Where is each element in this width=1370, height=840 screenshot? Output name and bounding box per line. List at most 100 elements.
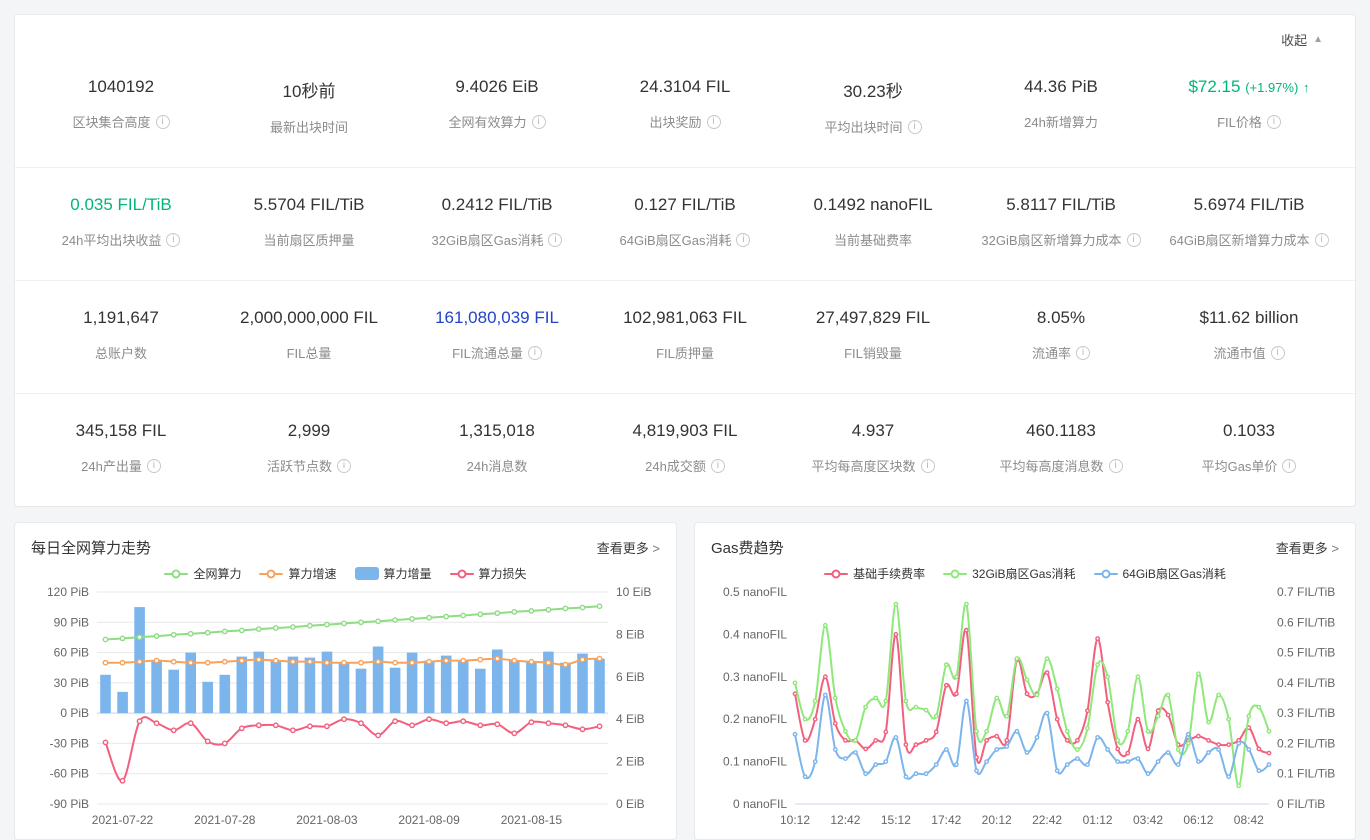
stat-label-text: 区块集合高度 <box>72 112 150 131</box>
stat-value: 8.05% <box>967 308 1155 328</box>
stat-label: 流通市值 <box>1155 343 1343 362</box>
stat-item: 5.5704 FIL/TiB当前扇区质押量 <box>215 195 403 249</box>
dashboard-page: 收起 1040192区块集合高度10秒前最新出块时间9.4026 EiB全网有效… <box>0 0 1370 831</box>
svg-text:20:12: 20:12 <box>982 813 1012 827</box>
legend-label: 算力损失 <box>479 565 527 582</box>
svg-text:4 EiB: 4 EiB <box>616 712 645 726</box>
svg-text:10 EiB: 10 EiB <box>616 585 651 599</box>
stats-row: 0.035 FIL/TiB24h平均出块收益5.5704 FIL/TiB当前扇区… <box>15 167 1355 280</box>
svg-text:8 EiB: 8 EiB <box>616 627 645 641</box>
svg-text:0 PiB: 0 PiB <box>60 706 89 720</box>
info-circle-icon[interactable] <box>1109 459 1123 473</box>
stat-value-text: 2,999 <box>288 421 331 440</box>
stat-value-text: 30.23秒 <box>843 82 903 101</box>
stats-row: 1040192区块集合高度10秒前最新出块时间9.4026 EiB全网有效算力2… <box>15 50 1355 167</box>
stat-value-text: $72.15 <box>1188 77 1240 96</box>
stat-value-text: 1,315,018 <box>459 421 535 440</box>
stat-item: 2,999活跃节点数 <box>215 421 403 475</box>
legend-item[interactable]: 32GiB扇区Gas消耗 <box>943 565 1075 582</box>
collapse-label: 收起 <box>1281 30 1307 49</box>
svg-text:0.1 FIL/TiB: 0.1 FIL/TiB <box>1277 767 1335 781</box>
stat-value-text: 0.1033 <box>1223 421 1275 440</box>
svg-text:17:42: 17:42 <box>931 813 961 827</box>
stat-item: 460.1183平均每高度消息数 <box>967 421 1155 475</box>
stat-item: 1,191,647 总账户数 <box>27 308 215 362</box>
svg-text:6 EiB: 6 EiB <box>616 670 645 684</box>
svg-text:-90 PiB: -90 PiB <box>50 797 89 811</box>
info-circle-icon[interactable] <box>921 459 935 473</box>
legend-item[interactable]: 算力损失 <box>450 565 527 582</box>
svg-text:2 EiB: 2 EiB <box>616 755 645 769</box>
collapse-button[interactable]: 收起 <box>1275 29 1329 50</box>
legend-item[interactable]: 基础手续费率 <box>824 565 925 582</box>
svg-text:0.5 FIL/TiB: 0.5 FIL/TiB <box>1277 646 1335 660</box>
stat-label-text: 32GiB扇区新增算力成本 <box>981 230 1121 249</box>
stat-value-text: 8.05% <box>1037 308 1085 327</box>
stat-value-text: 0.035 FIL/TiB <box>70 195 171 214</box>
info-circle-icon[interactable] <box>736 233 750 247</box>
legend-label: 算力增速 <box>288 565 336 582</box>
stat-value: 0.035 FIL/TiB <box>27 195 215 215</box>
info-circle-icon[interactable] <box>156 115 170 129</box>
stat-label-text: FIL销毁量 <box>844 343 902 362</box>
stat-item: 0.127 FIL/TiB64GiB扇区Gas消耗 <box>591 195 779 249</box>
stat-value: 9.4026 EiB <box>403 77 591 97</box>
info-circle-icon[interactable] <box>711 459 725 473</box>
info-circle-icon[interactable] <box>147 459 161 473</box>
svg-text:2021-07-28: 2021-07-28 <box>194 813 256 827</box>
stat-label-text: FIL流通总量 <box>452 343 523 362</box>
info-circle-icon[interactable] <box>1267 115 1281 129</box>
gas-chart[interactable]: 0.5 nanoFIL0.4 nanoFIL0.3 nanoFIL0.2 nan… <box>711 584 1339 837</box>
info-circle-icon[interactable] <box>337 459 351 473</box>
svg-text:0.2 nanoFIL: 0.2 nanoFIL <box>723 712 787 726</box>
stats-grid: 1040192区块集合高度10秒前最新出块时间9.4026 EiB全网有效算力2… <box>15 50 1355 506</box>
legend-item[interactable]: 算力增量 <box>355 565 432 582</box>
info-circle-icon[interactable] <box>1127 233 1141 247</box>
stat-value: 460.1183 <box>967 421 1155 441</box>
info-circle-icon[interactable] <box>532 115 546 129</box>
legend-line-marker-icon <box>450 573 474 575</box>
stat-item: 9.4026 EiB全网有效算力 <box>403 77 591 136</box>
chart-canvas[interactable]: 120 PiB90 PiB60 PiB30 PiB0 PiB-30 PiB-60… <box>31 584 660 832</box>
legend-line-marker-icon <box>824 573 848 575</box>
legend-label: 32GiB扇区Gas消耗 <box>972 565 1075 582</box>
info-circle-icon[interactable] <box>528 346 542 360</box>
stat-label-text: FIL价格 <box>1217 112 1262 131</box>
stat-item: 4,819,903 FIL 24h成交额 <box>591 421 779 475</box>
stat-value: 5.6974 FIL/TiB <box>1155 195 1343 215</box>
legend-item[interactable]: 64GiB扇区Gas消耗 <box>1094 565 1226 582</box>
info-circle-icon[interactable] <box>1282 459 1296 473</box>
stat-value-change: (+1.97%) <box>1245 80 1298 95</box>
svg-text:-60 PiB: -60 PiB <box>50 767 89 781</box>
legend-dot-icon <box>172 569 181 578</box>
hashrate-chart[interactable]: 120 PiB90 PiB60 PiB30 PiB0 PiB-30 PiB-60… <box>31 584 660 837</box>
info-circle-icon[interactable] <box>1315 233 1329 247</box>
stat-value-link[interactable]: 161,080,039 FIL <box>403 308 591 328</box>
stat-label: 流通率 <box>967 343 1155 362</box>
info-circle-icon[interactable] <box>166 233 180 247</box>
stat-label: 24h成交额 <box>591 456 779 475</box>
stat-value-text: 9.4026 EiB <box>455 77 538 96</box>
view-more-link[interactable]: 查看更多 <box>597 538 660 557</box>
svg-text:0.2 FIL/TiB: 0.2 FIL/TiB <box>1277 736 1335 750</box>
stat-value: 24.3104 FIL <box>591 77 779 97</box>
stat-value: 0.127 FIL/TiB <box>591 195 779 215</box>
info-circle-icon[interactable] <box>1271 346 1285 360</box>
info-circle-icon[interactable] <box>1076 346 1090 360</box>
stat-value: 1,191,647 <box>27 308 215 328</box>
info-circle-icon[interactable] <box>548 233 562 247</box>
legend-label: 全网算力 <box>193 565 241 582</box>
info-circle-icon[interactable] <box>707 115 721 129</box>
legend-label: 基础手续费率 <box>853 565 925 582</box>
legend-item[interactable]: 算力增速 <box>259 565 336 582</box>
stat-value: 5.8117 FIL/TiB <box>967 195 1155 215</box>
info-circle-icon[interactable] <box>908 120 922 134</box>
stat-label: 平均Gas单价 <box>1155 456 1343 475</box>
stat-label: 总账户数 <box>27 343 215 362</box>
view-more-link[interactable]: 查看更多 <box>1276 538 1339 557</box>
legend-item[interactable]: 全网算力 <box>164 565 241 582</box>
chart-canvas[interactable]: 0.5 nanoFIL0.4 nanoFIL0.3 nanoFIL0.2 nan… <box>711 584 1339 832</box>
stat-value-text: 1,191,647 <box>83 308 159 327</box>
stat-value: 4,819,903 FIL <box>591 421 779 441</box>
stat-item: 102,981,063 FILFIL质押量 <box>591 308 779 362</box>
